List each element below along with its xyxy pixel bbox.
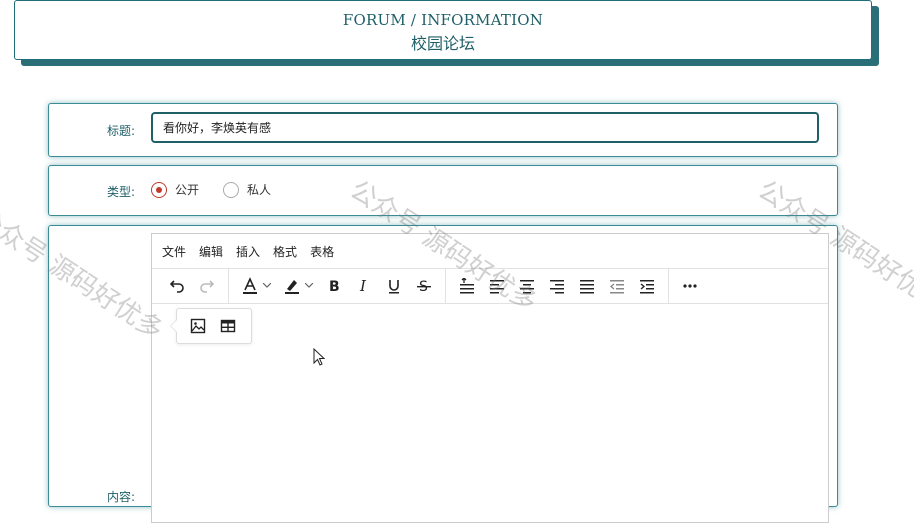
editor-menubar: 文件 编辑 插入 格式 表格 xyxy=(152,234,828,269)
quick-insert-popup xyxy=(170,308,252,344)
image-icon[interactable] xyxy=(183,313,213,339)
outdent-icon[interactable] xyxy=(602,273,632,299)
more-icon[interactable] xyxy=(675,273,705,299)
title-input[interactable] xyxy=(151,112,819,143)
align-justify-icon[interactable] xyxy=(572,273,602,299)
content-label: 内容: xyxy=(106,490,135,504)
align-left-icon[interactable] xyxy=(482,273,512,299)
bold-icon[interactable]: B xyxy=(319,273,349,299)
radio-public-label: 公开 xyxy=(175,183,200,197)
undo-icon[interactable] xyxy=(162,273,192,299)
underline-icon[interactable] xyxy=(379,273,409,299)
editor-toolbar: B I S xyxy=(152,269,828,304)
italic-icon[interactable]: I xyxy=(349,273,379,299)
radio-private-label: 私人 xyxy=(247,183,272,197)
menu-edit[interactable]: 编辑 xyxy=(199,243,223,260)
indent-icon[interactable] xyxy=(632,273,662,299)
svg-text:B: B xyxy=(329,279,340,294)
align-right-icon[interactable] xyxy=(542,273,572,299)
menu-format[interactable]: 格式 xyxy=(273,243,297,260)
type-label: 类型: xyxy=(106,185,135,199)
redo-icon[interactable] xyxy=(192,273,222,299)
more-group xyxy=(669,269,711,303)
color-group: B I S xyxy=(229,269,446,303)
strikethrough-icon[interactable]: S xyxy=(409,273,439,299)
text-color-icon[interactable] xyxy=(235,273,277,299)
svg-text:I: I xyxy=(359,278,367,294)
content-row: 内容: 文件 编辑 插入 格式 表格 B I S xyxy=(48,225,838,523)
highlight-icon[interactable] xyxy=(277,273,319,299)
title-label: 标题: xyxy=(106,124,135,138)
table-icon[interactable] xyxy=(213,313,243,339)
align-center-icon[interactable] xyxy=(512,273,542,299)
title-row: 标题: xyxy=(48,103,838,157)
header-title-cn: 校园论坛 xyxy=(410,34,475,53)
page-header: FORUM / INFORMATION 校园论坛 xyxy=(14,0,872,60)
menu-table[interactable]: 表格 xyxy=(310,243,334,260)
menu-file[interactable]: 文件 xyxy=(162,243,186,260)
radio-public[interactable]: 公开 xyxy=(151,181,199,198)
history-group xyxy=(156,269,229,303)
rich-text-editor[interactable]: 文件 编辑 插入 格式 表格 B I S xyxy=(151,233,829,523)
mouse-cursor-icon xyxy=(313,347,326,370)
menu-insert[interactable]: 插入 xyxy=(236,243,260,260)
header-title-en: FORUM / INFORMATION xyxy=(342,11,544,29)
type-row: 类型: 公开 私人 xyxy=(48,165,838,216)
align-group xyxy=(446,269,669,303)
radio-circle-checked-icon[interactable] xyxy=(151,181,167,198)
line-height-icon[interactable] xyxy=(452,273,482,299)
radio-private[interactable]: 私人 xyxy=(223,181,271,198)
radio-circle-icon[interactable] xyxy=(223,181,239,198)
